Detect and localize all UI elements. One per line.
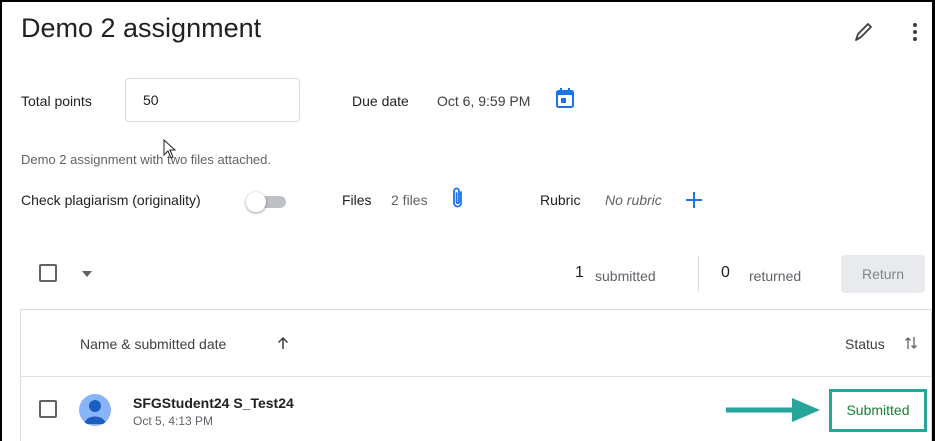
paperclip-icon[interactable] [451, 186, 465, 210]
toggle-knob [246, 192, 266, 212]
due-date-value[interactable]: Oct 6, 9:59 PM [437, 93, 530, 109]
files-label: Files [342, 192, 372, 208]
assignment-description: Demo 2 assignment with two files attache… [21, 152, 272, 167]
total-points-field[interactable]: 50 [125, 78, 300, 122]
person-icon [79, 394, 111, 426]
rubric-label: Rubric [540, 192, 581, 208]
calendar-icon[interactable] [556, 88, 574, 108]
files-count: 2 files [391, 192, 428, 208]
plagiarism-label: Check plagiarism (originality) [21, 192, 201, 208]
status-highlight: Submitted [829, 389, 927, 432]
row-checkbox[interactable] [39, 400, 57, 418]
header-divider [21, 376, 931, 377]
column-header-status[interactable]: Status [845, 336, 885, 352]
select-all-checkbox[interactable] [39, 264, 57, 282]
column-header-name[interactable]: Name & submitted date [80, 336, 226, 352]
student-name[interactable]: SFGStudent24 S_Test24 [133, 395, 294, 411]
status-badge: Submitted [846, 402, 910, 418]
students-table: Name & submitted date Status SFGStudent2… [20, 309, 932, 441]
assignment-panel: Demo 2 assignment Total points 50 Due da… [0, 0, 935, 441]
due-date-label: Due date [352, 93, 409, 109]
return-button[interactable]: Return [841, 255, 925, 293]
rubric-value: No rubric [605, 192, 662, 208]
plagiarism-toggle[interactable] [246, 192, 288, 212]
plus-icon[interactable] [685, 191, 703, 209]
chevron-down-icon[interactable] [82, 271, 92, 277]
page-title: Demo 2 assignment [21, 13, 262, 43]
more-vert-icon[interactable] [909, 20, 921, 44]
returned-count: 0 [721, 264, 730, 281]
returned-label: returned [749, 268, 802, 284]
annotation-arrow-icon [726, 398, 820, 422]
submitted-label: submitted [595, 268, 656, 284]
divider [698, 256, 699, 292]
total-points-label: Total points [21, 93, 92, 109]
arrow-up-icon[interactable] [277, 336, 289, 350]
submitted-count: 1 [575, 264, 584, 281]
pencil-icon[interactable] [853, 21, 873, 43]
mouse-cursor-icon [163, 139, 177, 159]
submitted-date: Oct 5, 4:13 PM [133, 414, 214, 428]
sort-icon[interactable] [904, 335, 918, 351]
